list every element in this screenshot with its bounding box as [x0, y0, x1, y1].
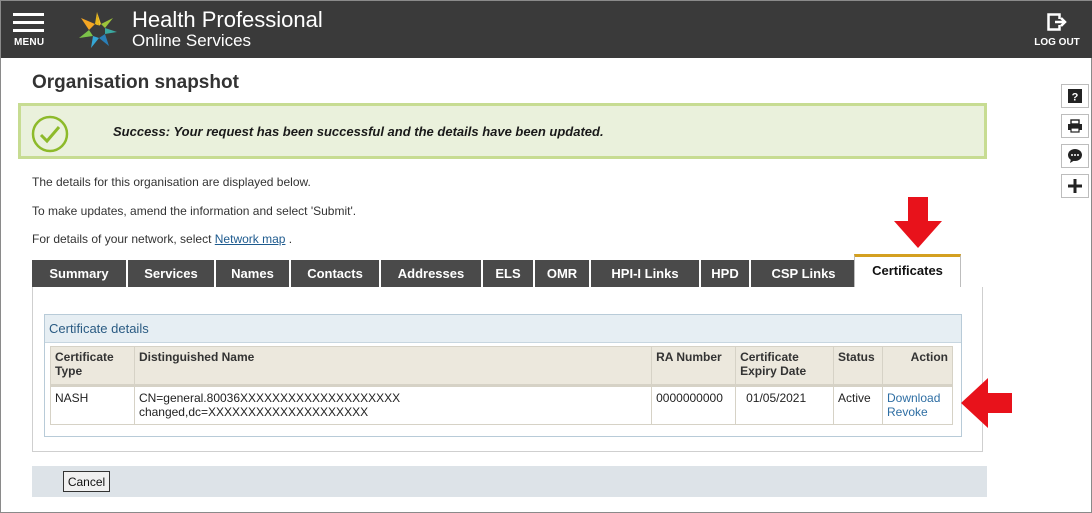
col-action: Action	[882, 346, 953, 387]
hamburger-icon-bar	[13, 21, 44, 24]
network-map-link[interactable]: Network map	[215, 232, 286, 246]
col-distinguished-name: Distinguished Name	[133, 346, 653, 387]
col-status: Status	[833, 346, 883, 387]
menu-button[interactable]: MENU	[13, 13, 47, 49]
success-banner: Success: Your request has been successfu…	[18, 103, 987, 159]
page-title: Organisation snapshot	[32, 72, 239, 93]
certificate-details-heading: Certificate details	[45, 315, 961, 343]
cell-distinguished-name: CN=general.80036XXXXXXXXXXXXXXXXXXXX cha…	[133, 385, 653, 425]
feedback-icon	[1068, 149, 1082, 163]
help-button[interactable]: ?	[1061, 84, 1089, 108]
certificate-table: Certificate Type Distinguished Name RA N…	[50, 346, 953, 425]
print-button[interactable]	[1061, 114, 1089, 138]
help-icon: ?	[1068, 89, 1082, 104]
download-link[interactable]: Download	[887, 391, 948, 405]
add-icon	[1068, 179, 1082, 193]
tab-hpi-i-links[interactable]: HPI-I Links	[591, 260, 699, 287]
cancel-button[interactable]: Cancel	[63, 471, 110, 492]
col-expiry-date: Certificate Expiry Date	[735, 346, 835, 387]
intro-text-3-suffix: .	[288, 232, 293, 246]
dn-line-2: changed,dc=XXXXXXXXXXXXXXXXXXXX	[138, 405, 369, 419]
logout-icon	[1047, 13, 1067, 31]
tab-services[interactable]: Services	[128, 260, 214, 287]
top-header: MENU Health Professional Online Services…	[1, 1, 1092, 58]
tab-omr[interactable]: OMR	[535, 260, 589, 287]
brand-line2: Online Services	[132, 31, 252, 50]
cell-expiry-date: 01/05/2021	[735, 385, 835, 425]
menu-label: MENU	[14, 37, 45, 48]
add-button[interactable]	[1061, 174, 1089, 198]
dn-line-1: CN=general.80036XXXXXXXXXXXXXXXXXXXX	[138, 391, 401, 405]
intro-text-1: The details for this organisation are di…	[32, 175, 311, 189]
brand-title: Health Professional Online Services	[132, 8, 323, 50]
star-logo-icon	[79, 12, 117, 48]
hamburger-icon-bar	[13, 29, 44, 32]
tab-certificates[interactable]: Certificates	[854, 254, 961, 287]
brand-line1: Health Professional	[132, 7, 323, 32]
tab-summary[interactable]: Summary	[32, 260, 126, 287]
cell-actions: Download Revoke	[882, 385, 953, 425]
down-arrow-annotation-icon	[894, 197, 942, 248]
cell-status: Active	[833, 385, 883, 425]
side-toolbar: ?	[1061, 84, 1089, 204]
left-arrow-annotation-icon	[961, 378, 1012, 428]
tab-csp-links[interactable]: CSP Links	[751, 260, 856, 287]
tab-contacts[interactable]: Contacts	[291, 260, 379, 287]
col-certificate-type: Certificate Type	[50, 346, 135, 387]
certificate-details-section: Certificate details Certificate Type Dis…	[44, 314, 962, 437]
logout-label: LOG OUT	[1034, 37, 1080, 48]
intro-text-2: To make updates, amend the information a…	[32, 204, 357, 218]
feedback-button[interactable]	[1061, 144, 1089, 168]
tab-hpd[interactable]: HPD	[701, 260, 749, 287]
revoke-link[interactable]: Revoke	[887, 405, 948, 419]
col-ra-number: RA Number	[651, 346, 737, 387]
cell-type: NASH	[50, 385, 135, 425]
logout-button[interactable]: LOG OUT	[1034, 13, 1080, 53]
tab-addresses[interactable]: Addresses	[381, 260, 481, 287]
intro-text-3: For details of your network, select Netw…	[32, 232, 292, 246]
intro-text-3-prefix: For details of your network, select	[32, 232, 212, 246]
svg-text:?: ?	[1072, 92, 1079, 104]
success-check-icon	[31, 115, 69, 153]
cell-ra-number: 0000000000	[651, 385, 737, 425]
print-icon	[1068, 119, 1082, 133]
table-header-row: Certificate Type Distinguished Name RA N…	[50, 346, 953, 387]
tab-els[interactable]: ELS	[483, 260, 533, 287]
success-message: Success: Your request has been successfu…	[113, 124, 604, 139]
hamburger-icon	[13, 13, 44, 16]
table-row: NASH CN=general.80036XXXXXXXXXXXXXXXXXXX…	[50, 385, 953, 425]
form-footer-bar	[32, 466, 987, 497]
tab-names[interactable]: Names	[216, 260, 289, 287]
